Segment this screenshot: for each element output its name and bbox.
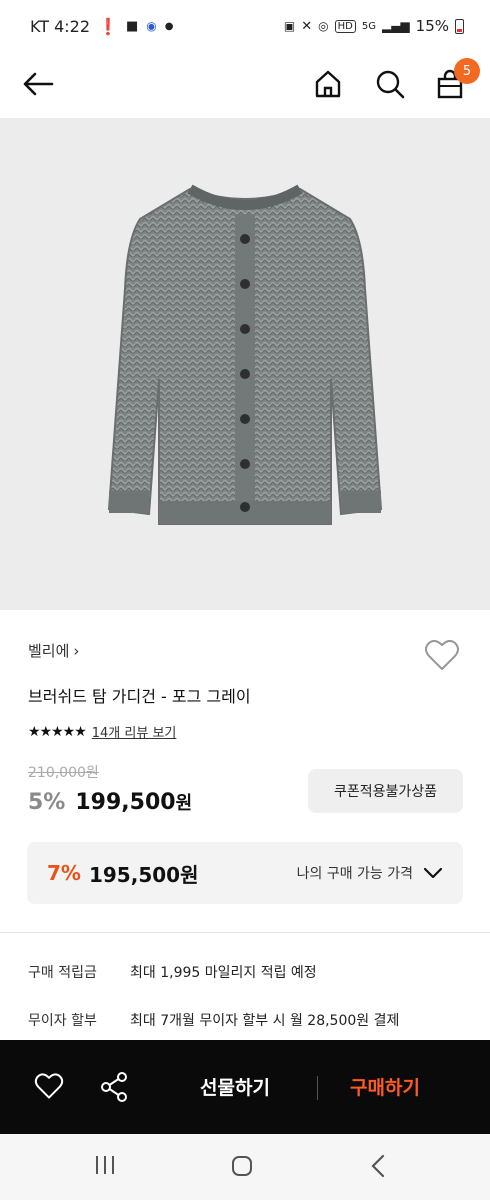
brand-name: 벨리에	[28, 642, 70, 660]
signal-icon: ▂▄▆	[381, 19, 410, 33]
original-price: 210,000원	[28, 765, 99, 781]
wifi-call-icon: ◎	[318, 19, 329, 33]
battery-icon	[455, 18, 464, 34]
home-nav-button[interactable]	[230, 1154, 254, 1182]
detail-value: 최대 1,995 마일리지 적립 예정	[130, 965, 317, 981]
message-icon: ■	[125, 18, 139, 34]
lock-icon: ▣	[283, 19, 296, 33]
cart-count-badge: 5	[454, 58, 480, 84]
cardigan-image	[107, 184, 383, 525]
heart-icon	[34, 1073, 64, 1099]
price-unit: 원	[175, 793, 193, 814]
top-header: 5	[0, 52, 490, 118]
search-button[interactable]	[368, 62, 412, 106]
alert-icon: ❗	[98, 16, 118, 36]
app-icon: ◉	[146, 19, 157, 33]
my-price-amount: 195,500원	[88, 862, 199, 887]
product-image[interactable]	[0, 118, 490, 610]
mute-icon: ✕	[301, 18, 313, 34]
home-button[interactable]	[306, 62, 350, 106]
status-bar: KT 4:22 ❗ ■ ◉ ● ▣ ✕ ◎ HD 5G ▂▄▆ 15%	[0, 0, 490, 52]
gift-button[interactable]: 선물하기	[200, 1073, 270, 1100]
back-chevron-icon	[371, 1154, 385, 1178]
back-nav-button[interactable]	[370, 1154, 386, 1182]
review-link[interactable]: 14개 리뷰 보기	[92, 722, 177, 741]
recent-apps-icon	[96, 1156, 114, 1174]
bar-separator	[317, 1076, 318, 1100]
discount-percent: 5%	[28, 790, 66, 815]
my-price-box[interactable]: 7% 195,500원 나의 구매 가능 가격	[27, 842, 463, 904]
bottom-like-button[interactable]	[34, 1072, 64, 1104]
cart-button[interactable]: 5	[428, 58, 480, 106]
review-row: ★★★★★ 14개 리뷰 보기	[28, 722, 177, 742]
recent-apps-button[interactable]	[94, 1154, 116, 1180]
back-button[interactable]	[16, 62, 60, 106]
hd-icon: HD	[334, 19, 356, 33]
chevron-right-icon: ›	[73, 641, 80, 660]
chevron-down-icon	[423, 867, 443, 879]
my-discount-percent: 7%	[47, 861, 81, 885]
share-button[interactable]	[100, 1072, 128, 1106]
home-circle-icon	[232, 1156, 252, 1176]
sale-price: 5% 199,500원	[28, 789, 192, 815]
bottom-action-bar: 선물하기 구매하기	[0, 1040, 490, 1134]
buy-button[interactable]: 구매하기	[350, 1073, 420, 1100]
carrier-time: KT 4:22	[30, 16, 91, 36]
heart-icon	[425, 639, 459, 670]
detail-value: 최대 7개월 무이자 할부 시 월 28,500원 결제	[130, 1013, 400, 1029]
share-icon	[101, 1072, 127, 1102]
detail-key: 무이자 할부	[28, 1013, 97, 1029]
product-name: 브러쉬드 탐 가디건 - 포그 그레이	[28, 687, 251, 706]
brand-link[interactable]: 벨리에 ›	[28, 640, 79, 661]
detail-row-installment: 무이자 할부 최대 7개월 무이자 할부 시 월 28,500원 결제	[28, 1010, 399, 1030]
rating-stars-icon: ★★★★★	[28, 723, 87, 740]
price-amount: 199,500	[75, 790, 176, 815]
my-price-label: 나의 구매 가능 가격	[296, 866, 413, 882]
detail-key: 구매 적립금	[28, 965, 97, 981]
arrow-left-icon	[23, 72, 54, 96]
battery-percent: 15%	[415, 17, 449, 35]
like-button[interactable]	[424, 638, 460, 676]
search-icon	[376, 70, 405, 99]
dot-icon: ●	[164, 20, 174, 32]
home-icon	[315, 70, 341, 98]
section-divider	[0, 932, 490, 933]
5g-icon: 5G	[361, 20, 376, 32]
system-nav-bar	[0, 1134, 490, 1200]
detail-row-points: 구매 적립금 최대 1,995 마일리지 적립 예정	[28, 962, 317, 982]
coupon-button[interactable]: 쿠폰적용불가상품	[308, 769, 463, 813]
